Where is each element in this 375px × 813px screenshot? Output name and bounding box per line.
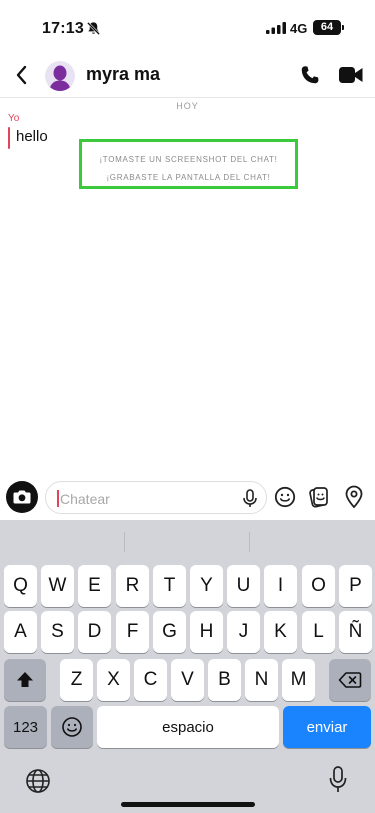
sender-label: Yo [8,113,20,124]
sticker-icon[interactable] [308,486,330,508]
dictation-mic-icon[interactable] [329,766,347,794]
key-o[interactable]: O [302,565,335,607]
status-time: 17:13 [42,20,84,37]
keyboard: Q W E R T Y U I O P A S D F G H J K L Ñ … [0,520,375,813]
chat-input[interactable]: Chatear [45,481,267,514]
date-label: HOY [176,101,199,111]
chat-header: myra ma [0,54,375,98]
shift-arrow-icon [17,672,33,687]
key-r[interactable]: R [116,565,149,607]
key-y[interactable]: Y [190,565,223,607]
bell-off-icon [87,22,100,35]
header-divider [0,97,375,98]
battery-icon: 64 [313,20,344,35]
suggestion-divider [124,532,125,552]
screenshot-notice-line: ¡TOMASTE UN SCREENSHOT DEL CHAT! [99,155,278,164]
emoji-keyboard-icon [62,717,82,737]
suggestion-divider [249,532,250,552]
status-bar: 17:13 4G 64 [0,0,375,54]
bitmoji-avatar-icon [49,65,71,91]
key-n[interactable]: N [245,659,278,701]
key-p[interactable]: P [339,565,372,607]
send-key[interactable]: enviar [283,706,371,748]
key-k[interactable]: K [264,611,297,653]
key-g[interactable]: G [153,611,186,653]
key-l[interactable]: L [302,611,335,653]
globe-icon[interactable] [25,768,51,794]
key-h[interactable]: H [190,611,223,653]
key-d[interactable]: D [78,611,111,653]
backspace-icon [338,672,362,688]
key-q[interactable]: Q [4,565,37,607]
key-j[interactable]: J [227,611,260,653]
composer-bar: Chatear [0,478,375,520]
emoji-icon[interactable] [274,486,296,508]
message-text[interactable]: hello [16,128,48,145]
key-x[interactable]: X [97,659,130,701]
key-m[interactable]: M [282,659,315,701]
key-i[interactable]: I [264,565,297,607]
key-e[interactable]: E [78,565,111,607]
key-v[interactable]: V [171,659,204,701]
message-accent-bar [8,127,10,149]
key-w[interactable]: W [41,565,74,607]
key-s[interactable]: S [41,611,74,653]
key-t[interactable]: T [153,565,186,607]
delete-key[interactable] [329,659,371,701]
battery-level: 64 [320,21,334,33]
key-z[interactable]: Z [60,659,93,701]
chat-input-placeholder: Chatear [60,491,110,507]
microphone-icon[interactable] [242,489,258,508]
signal-icon [266,22,286,34]
key-a[interactable]: A [4,611,37,653]
location-pin-icon[interactable] [344,485,364,509]
contact-name[interactable]: myra ma [86,64,160,85]
shift-key[interactable] [4,659,46,701]
numbers-key[interactable]: 123 [4,706,47,748]
key-u[interactable]: U [227,565,260,607]
home-indicator [121,802,255,807]
key-n-tilde[interactable]: Ñ [339,611,372,653]
camera-button[interactable] [6,481,38,513]
phone-call-icon[interactable] [299,64,321,86]
key-f[interactable]: F [116,611,149,653]
avatar[interactable] [45,61,75,91]
emoji-keyboard-key[interactable] [51,706,93,748]
video-call-icon[interactable] [339,66,363,84]
screen-record-notice-line: ¡GRABASTE LA PANTALLA DEL CHAT! [106,173,271,182]
key-b[interactable]: B [208,659,241,701]
screenshot-notice: ¡TOMASTE UN SCREENSHOT DEL CHAT! ¡GRABAS… [79,139,298,189]
space-key[interactable]: espacio [97,706,279,748]
back-chevron-icon[interactable] [13,64,31,86]
text-cursor [57,490,59,507]
camera-icon [13,490,31,504]
network-type: 4G [290,21,308,36]
key-c[interactable]: C [134,659,167,701]
